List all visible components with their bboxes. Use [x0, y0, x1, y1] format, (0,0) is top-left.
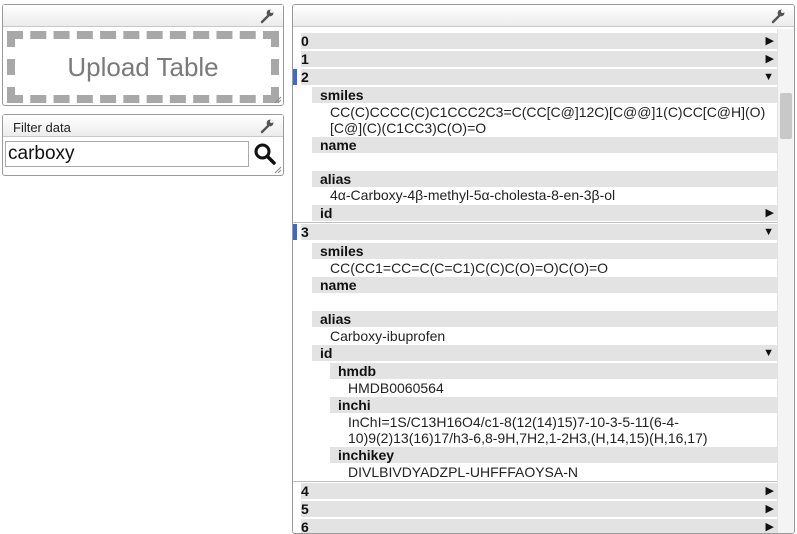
expand-arrow-icon[interactable]: ▶ [766, 519, 774, 533]
filter-panel: Filter data [2, 114, 284, 176]
record-index: 0 [301, 33, 309, 49]
upload-table-label: Upload Table [67, 51, 219, 82]
inchi-line: InChI=1S/C13H16O4/c1-8(12(14)15)7-10-3-5… [348, 414, 679, 430]
field-key-inchi[interactable]: inchi [330, 397, 778, 413]
field-key-label: inchikey [338, 447, 395, 463]
record-index: 1 [301, 51, 309, 67]
field-key-label: hmdb [338, 363, 377, 379]
field-key-id[interactable]: id ▶ [312, 205, 778, 221]
record-row[interactable]: 1 ▶ [301, 51, 778, 67]
field-value-smiles: CC(C)CCCC(C)C1CCC2C3=C(CC[C@]12C)[C@@]1(… [330, 104, 772, 136]
upload-panel-header [3, 5, 283, 27]
selection-indicator [293, 224, 297, 240]
resize-handle-icon[interactable] [274, 166, 282, 174]
collapse-arrow-icon[interactable]: ▼ [763, 345, 774, 361]
field-key-label: name [320, 137, 357, 153]
field-key-label: alias [320, 171, 352, 187]
results-tree: 0 ▶ 1 ▶ 2 ▼ smiles CC(C)CCCC(C)C1CCC2C3=… [293, 29, 778, 534]
inchi-line: 10)9(2)13(16)17/h3-6,8-9H,7H2,1-2H3,(H,1… [348, 430, 708, 446]
field-value-hmdb: HMDB0060564 [348, 380, 444, 396]
field-key-label: smiles [320, 87, 364, 103]
record-row-expanded[interactable]: 2 ▼ [301, 69, 778, 85]
field-key-alias[interactable]: alias [312, 311, 778, 327]
selection-indicator [293, 69, 297, 85]
upload-table-dropzone[interactable]: Upload Table [7, 31, 279, 103]
smiles-line: [C@](C)(C1CC3)C(O)=O [330, 120, 487, 136]
results-panel-header [293, 5, 794, 27]
field-key-label: smiles [320, 243, 364, 259]
scrollbar-thumb[interactable] [780, 93, 792, 139]
field-key-name[interactable]: name [312, 137, 778, 153]
expand-arrow-icon[interactable]: ▶ [766, 51, 774, 67]
results-scrollbar[interactable] [777, 29, 794, 533]
search-icon[interactable] [253, 142, 277, 166]
field-key-id-expanded[interactable]: id ▼ [312, 345, 778, 361]
filter-panel-title: Filter data [13, 120, 71, 135]
record-index: 5 [301, 501, 309, 517]
collapse-arrow-icon[interactable]: ▼ [763, 69, 774, 85]
upload-panel: Upload Table [2, 4, 284, 106]
expand-arrow-icon[interactable]: ▶ [766, 501, 774, 517]
field-key-smiles[interactable]: smiles [312, 87, 778, 103]
field-value-inchikey: DIVLBIVDYADZPL-UHFFFAOYSA-N [348, 464, 579, 480]
filter-panel-header: Filter data [3, 115, 283, 137]
expand-arrow-icon[interactable]: ▶ [766, 33, 774, 49]
collapse-arrow-icon[interactable]: ▼ [763, 224, 774, 240]
record-divider [293, 222, 778, 223]
field-key-smiles[interactable]: smiles [312, 243, 778, 259]
record-row[interactable]: 0 ▶ [301, 33, 778, 49]
filter-input[interactable] [5, 141, 249, 167]
record-row[interactable]: 5 ▶ [301, 501, 778, 517]
record-index: 3 [301, 224, 309, 240]
wrench-icon[interactable] [770, 8, 786, 24]
record-row-expanded[interactable]: 3 ▼ [301, 224, 778, 240]
field-key-label: inchi [338, 397, 371, 413]
expand-arrow-icon[interactable]: ▶ [766, 205, 774, 221]
record-row[interactable]: 6 ▶ [301, 519, 778, 534]
field-key-label: alias [320, 311, 352, 327]
record-index: 6 [301, 519, 309, 534]
record-divider [293, 481, 778, 482]
field-value-smiles: CC(CC1=CC=C(C=C1)C(C)C(O)=O)C(O)=O [330, 260, 609, 276]
field-key-inchikey[interactable]: inchikey [330, 447, 778, 463]
field-key-alias[interactable]: alias [312, 171, 778, 187]
field-value-alias: 4α-Carboxy-4β-methyl-5α-cholesta-8-en-3β… [330, 187, 616, 203]
resize-handle-icon[interactable] [274, 96, 282, 104]
smiles-line: CC(C)CCCC(C)C1CCC2C3=C(CC[C@]12C)[C@@]1(… [330, 104, 766, 120]
results-panel: 0 ▶ 1 ▶ 2 ▼ smiles CC(C)CCCC(C)C1CCC2C3=… [292, 4, 795, 534]
field-key-name[interactable]: name [312, 277, 778, 293]
field-value-inchi: InChI=1S/C13H16O4/c1-8(12(14)15)7-10-3-5… [348, 414, 772, 446]
field-key-label: id [320, 205, 333, 221]
record-index: 4 [301, 483, 309, 499]
record-row[interactable]: 4 ▶ [301, 483, 778, 499]
record-index: 2 [301, 69, 309, 85]
wrench-icon[interactable] [259, 8, 275, 24]
field-key-hmdb[interactable]: hmdb [330, 363, 778, 379]
field-key-label: name [320, 277, 357, 293]
field-value-alias: Carboxy-ibuprofen [330, 328, 446, 344]
field-key-label: id [320, 345, 333, 361]
wrench-icon[interactable] [259, 118, 275, 134]
expand-arrow-icon[interactable]: ▶ [766, 483, 774, 499]
